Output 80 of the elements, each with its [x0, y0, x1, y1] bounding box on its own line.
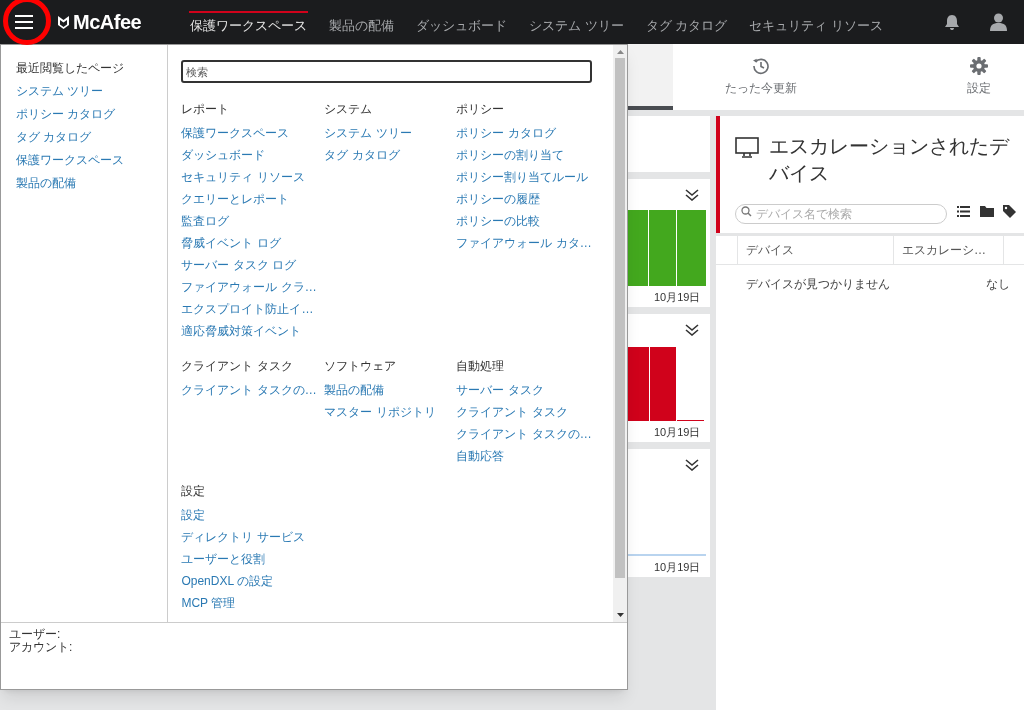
- menu-link[interactable]: セキュリティ リソース: [181, 169, 305, 186]
- section-heading: ソフトウェア: [324, 358, 398, 375]
- menu-link[interactable]: エクスプロイト防止イ…: [181, 301, 314, 318]
- device-search-field[interactable]: デバイス名で検索: [735, 204, 947, 224]
- section-heading: 設定: [181, 483, 207, 500]
- settings-icon: [970, 57, 988, 75]
- menu-link[interactable]: ポリシーの比較: [456, 213, 541, 230]
- menu-link[interactable]: ポリシー カタログ: [456, 125, 556, 142]
- menu-link[interactable]: クライアント タスク: [456, 404, 568, 421]
- menu-link[interactable]: マスター リポジトリ: [324, 404, 436, 421]
- nav-tab[interactable]: ダッシュボード: [415, 11, 509, 44]
- menu-link[interactable]: 設定: [181, 507, 206, 524]
- menu-link[interactable]: ポリシー割り当てルール: [456, 169, 589, 186]
- section-heading: システム: [324, 101, 374, 118]
- menu-search-field[interactable]: 検索: [181, 60, 593, 83]
- nav-tab[interactable]: 製品の配備: [328, 11, 396, 44]
- menu-link[interactable]: クライアント タスクの…: [181, 382, 317, 399]
- menu-link[interactable]: タグ カタログ: [324, 147, 400, 164]
- folder-icon[interactable]: [980, 205, 994, 217]
- shield-logo-icon: [57, 14, 70, 30]
- expand-icon[interactable]: [685, 458, 699, 471]
- menu-link[interactable]: クライアント タスクの…: [456, 426, 592, 443]
- section-heading: 最近閲覧したページ: [16, 60, 125, 77]
- column-header[interactable]: エスカレーシ…: [893, 236, 1003, 264]
- menu-link[interactable]: システム ツリー: [324, 125, 412, 142]
- menu-link[interactable]: ユーザーと役割: [181, 551, 266, 568]
- menu-link[interactable]: ファイアウォール クラ…: [181, 279, 317, 296]
- table-cell-text: なし: [986, 276, 1010, 293]
- menu-link[interactable]: ディレクトリ サービス: [181, 529, 305, 546]
- menu-link[interactable]: ポリシーの履歴: [456, 191, 541, 208]
- logo-text: McAfee: [73, 10, 142, 35]
- menu-link[interactable]: 自動応答: [456, 448, 505, 465]
- refresh-button[interactable]: たった今更新: [725, 57, 797, 97]
- menu-link[interactable]: タグ カタログ: [16, 129, 92, 146]
- menu-link[interactable]: ダッシュボード: [181, 147, 266, 164]
- menu-link[interactable]: 製品の配備: [324, 382, 385, 399]
- menu-link[interactable]: クエリーとレポート: [181, 191, 290, 208]
- menu-link[interactable]: 適応脅威対策イベント: [181, 323, 302, 340]
- expand-icon[interactable]: [685, 323, 699, 336]
- expand-icon[interactable]: [685, 188, 699, 201]
- menu-link[interactable]: ファイアウォール カタ…: [456, 235, 592, 252]
- account-label: アカウント:: [9, 641, 74, 654]
- nav-tab[interactable]: タグ カタログ: [644, 11, 729, 44]
- panel-title: エスカレーションされたデバイス: [769, 134, 1011, 186]
- settings-button[interactable]: 設定: [967, 57, 991, 97]
- user-icon[interactable]: [990, 13, 1007, 31]
- scrollbar[interactable]: [613, 45, 627, 622]
- menu-link[interactable]: ポリシー カタログ: [16, 106, 116, 123]
- menu-link[interactable]: ポリシーの割り当て: [456, 147, 565, 164]
- menu-link[interactable]: 製品の配備: [16, 175, 76, 192]
- section-heading: ポリシー: [456, 101, 506, 118]
- user-label: ユーザー:: [9, 628, 62, 641]
- section-heading: クライアント タスク: [181, 358, 294, 375]
- scroll-down-icon[interactable]: [616, 613, 624, 617]
- table-cell-text: デバイスが見つかりません: [746, 276, 891, 293]
- section-heading: 自動処理: [456, 358, 506, 375]
- menu-link[interactable]: OpenDXL の設定: [181, 573, 273, 590]
- monitor-icon: [735, 137, 759, 159]
- tab-stub[interactable]: [628, 44, 673, 110]
- menu-link[interactable]: サーバー タスク: [456, 382, 544, 399]
- history-icon: [752, 57, 770, 75]
- date-label: 10月19日: [653, 560, 701, 575]
- menu-link[interactable]: 保護ワークスペース: [181, 125, 290, 142]
- column-header[interactable]: デバイス: [737, 236, 893, 264]
- date-label: 10月19日: [653, 290, 701, 305]
- menu-link[interactable]: サーバー タスク ログ: [181, 257, 297, 274]
- menu-link[interactable]: 保護ワークスペース: [16, 152, 124, 169]
- tag-icon[interactable]: [1003, 204, 1016, 218]
- menu-link[interactable]: 脅威イベント ログ: [181, 235, 281, 252]
- notification-bell-icon[interactable]: [944, 13, 960, 31]
- menu-link[interactable]: 監査ログ: [181, 213, 230, 230]
- section-heading: レポート: [181, 101, 231, 118]
- menu-link[interactable]: MCP 管理: [181, 595, 236, 612]
- scroll-up-icon[interactable]: [616, 50, 624, 54]
- list-view-icon[interactable]: [957, 205, 970, 217]
- nav-tab[interactable]: システム ツリー: [528, 11, 625, 44]
- search-icon: [741, 206, 752, 217]
- nav-tab[interactable]: セキュリティ リソース: [748, 11, 884, 44]
- menu-link[interactable]: システム ツリー: [16, 83, 104, 100]
- date-label: 10月19日: [653, 425, 701, 440]
